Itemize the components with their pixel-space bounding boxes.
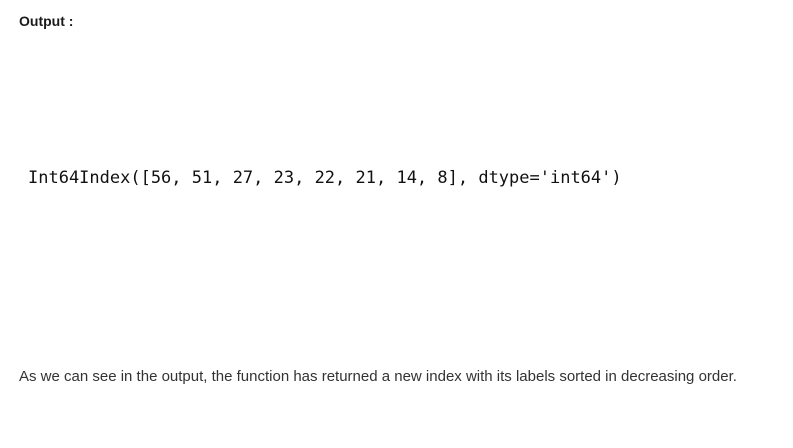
code-output-block: Int64Index([56, 51, 27, 23, 22, 21, 14, … — [28, 168, 622, 188]
explanation-paragraph: As we can see in the output, the functio… — [19, 368, 737, 385]
output-heading: Output : — [19, 13, 74, 29]
